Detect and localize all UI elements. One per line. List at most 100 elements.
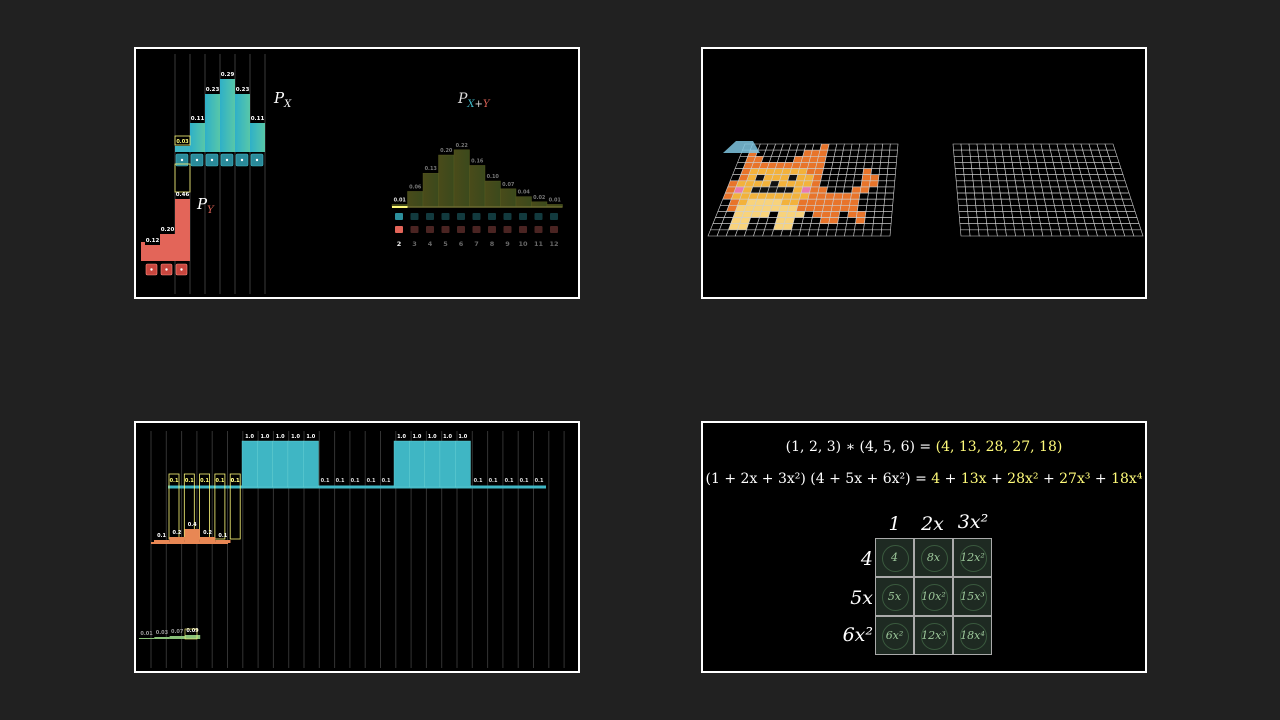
px-bar [190, 123, 205, 152]
image-pixel [832, 155, 843, 163]
output-pixel [978, 162, 989, 169]
output-pixel [1059, 229, 1071, 237]
output-pixel [1031, 180, 1043, 188]
signal-bar [439, 440, 456, 488]
output-pixel [1040, 180, 1051, 188]
sum-index-label: 6 [459, 240, 464, 248]
image-pixel [839, 162, 850, 169]
px-value-label: 0.29 [221, 72, 235, 78]
px-bar [235, 94, 250, 152]
sum-die-icon [503, 226, 512, 233]
output-pixel [1021, 217, 1032, 225]
image-pixel [880, 155, 890, 163]
output-pixel [1000, 143, 1011, 151]
output-pixel [1010, 205, 1021, 212]
output-pixel [983, 198, 994, 206]
output-pixel [1025, 192, 1037, 200]
output-pixel [978, 155, 988, 163]
product-cell: 6x² [875, 616, 914, 655]
output-pixel [967, 217, 979, 225]
image-pixel [835, 180, 846, 188]
output-pixel [972, 180, 983, 188]
image-pixel [833, 149, 844, 157]
output-pixel [1056, 217, 1068, 225]
image-pixel [820, 174, 831, 182]
image-pixel [887, 162, 897, 169]
sum-bar [500, 188, 517, 208]
output-pixel [1027, 155, 1038, 163]
image-pixel [842, 143, 853, 151]
kernel-value-label: 0.1 [200, 478, 209, 484]
output-value-label: 0.01 [140, 631, 153, 637]
output-pixel [997, 174, 1008, 182]
output-pixel [1034, 192, 1045, 200]
output-pixel [1017, 149, 1028, 157]
image-pixel [845, 174, 856, 182]
output-pixel [1041, 229, 1053, 237]
image-pixel [803, 211, 815, 218]
image-pixel [801, 217, 813, 225]
image-pixel [881, 217, 892, 225]
image-pixel [824, 192, 836, 200]
output-pixel [1037, 211, 1049, 218]
image-pixel [840, 198, 851, 206]
output-pixel [1052, 198, 1064, 206]
image-pixel [864, 211, 876, 218]
output-pixel [974, 198, 985, 206]
output-pixel [968, 223, 979, 231]
output-pixel [980, 174, 991, 182]
output-pixel [1030, 174, 1041, 182]
distribution-chart: 0.110.230.290.230.110.030.120.200.460.01… [141, 54, 563, 294]
output-pixel [987, 162, 997, 169]
output-pixel [1000, 198, 1012, 206]
output-pixel [954, 168, 965, 175]
image-pixel [841, 192, 852, 200]
output-pixel [1046, 211, 1058, 218]
product-cell: 18x⁴ [953, 616, 992, 655]
sum-value-label: 0.22 [456, 143, 469, 149]
sum-die-icon [503, 213, 512, 220]
sum-die-icon [472, 213, 481, 220]
image-pixel [804, 205, 816, 212]
output-pixel [1044, 198, 1055, 206]
image-pixel [820, 211, 832, 218]
image-pixel [862, 168, 873, 175]
col-header: 1 [888, 513, 901, 535]
kernel-value-label: 0.1 [185, 478, 194, 484]
image-pixel [872, 217, 884, 225]
output-pixel [986, 223, 997, 231]
output-pixel [1004, 168, 1015, 175]
output-pixel [965, 192, 976, 200]
col-header: 3x² [957, 511, 989, 533]
output-pixel [960, 229, 971, 237]
output-pixel [962, 162, 973, 169]
output-pixel [985, 149, 996, 157]
image-pixel [844, 229, 855, 237]
image-pixel [878, 168, 889, 175]
image-pixel [874, 205, 885, 212]
baseline-value-label: 0.1 [336, 478, 345, 484]
output-pixel [1118, 186, 1130, 194]
image-pixel [836, 223, 847, 231]
sum-die-icon [441, 213, 450, 220]
output-pixel [1003, 217, 1015, 225]
output-pixel [1031, 223, 1043, 231]
output-pixel [1125, 211, 1138, 218]
py-bar [145, 245, 160, 261]
output-pixel [1024, 186, 1035, 194]
image-pixel [886, 174, 896, 182]
die-pip [165, 268, 168, 271]
image-pixel [838, 168, 849, 175]
product-cell: 15x³ [953, 577, 992, 616]
output-pixel [994, 217, 1006, 225]
image-pixel [830, 205, 842, 212]
sum-die-icon [519, 226, 527, 233]
output-pixel [955, 174, 965, 182]
output-pixel [969, 229, 980, 237]
image-pixel [818, 180, 830, 188]
image-pixel [854, 223, 865, 231]
kernel-bar [184, 529, 200, 543]
output-pixel [978, 229, 989, 237]
output-pixel [1030, 217, 1041, 225]
output-pixel [953, 155, 964, 163]
